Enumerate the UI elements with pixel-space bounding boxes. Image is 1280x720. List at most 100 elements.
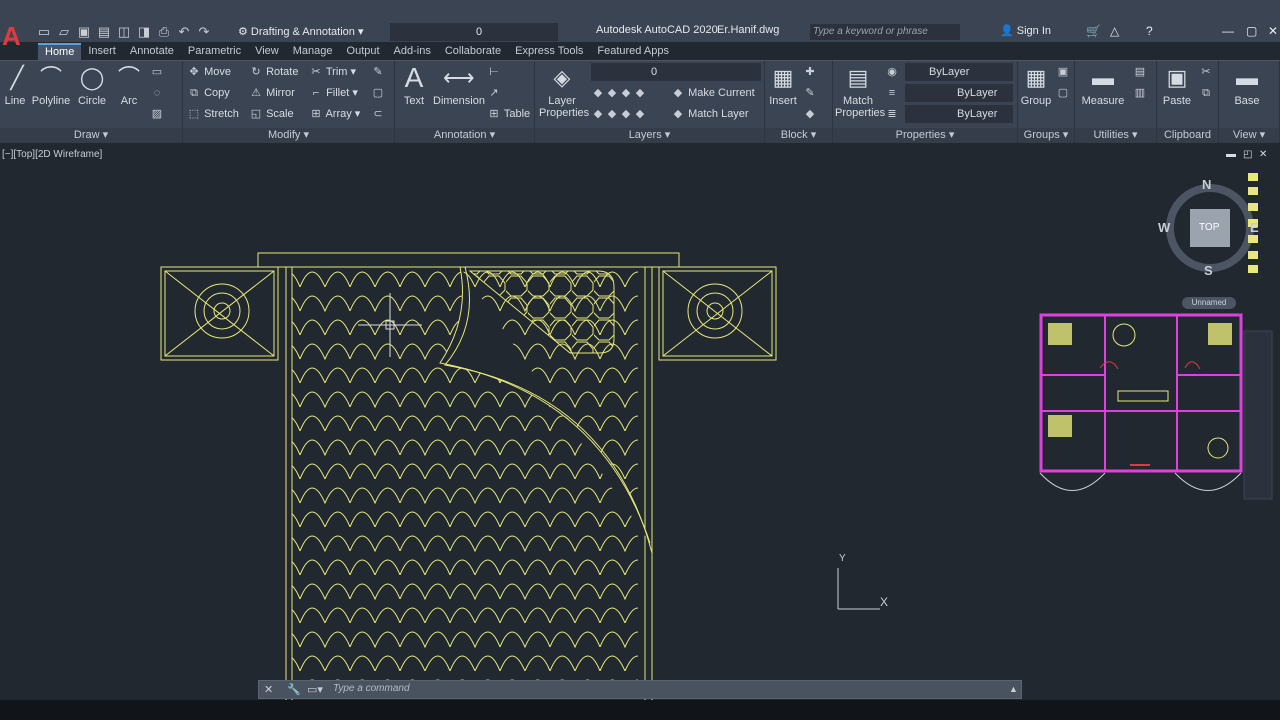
navigation-bar[interactable]	[1243, 330, 1273, 500]
match-properties-button[interactable]: ▤ Match Properties	[835, 63, 885, 119]
table-button[interactable]: ⊞ Table	[487, 105, 530, 123]
block-attribute-icon[interactable]: ◆	[803, 105, 817, 123]
make-current-button[interactable]: ◆ Make Current	[671, 84, 755, 102]
erase-icon[interactable]: ✎	[371, 63, 385, 81]
copy-button[interactable]: ⧉ Copy	[187, 84, 230, 102]
web-save-icon[interactable]: ◨	[136, 24, 152, 40]
tab-annotate[interactable]: Annotate	[123, 43, 181, 60]
layer-properties-button[interactable]: ◈ Layer Properties	[539, 63, 589, 119]
id-point-icon[interactable]: ▤	[1133, 63, 1147, 81]
match-layer-button[interactable]: ◆ Match Layer	[671, 105, 749, 123]
scale-button[interactable]: ◱ Scale	[249, 105, 294, 123]
copy-clip-icon[interactable]: ⧉	[1199, 84, 1213, 102]
tab-manage[interactable]: Manage	[286, 43, 340, 60]
command-line[interactable]: ✕ 🔧 ▭▾ Type a command ▲	[258, 680, 1022, 699]
utilities-panel-title[interactable]: Utilities ▾	[1075, 128, 1156, 143]
fillet-button[interactable]: ⌐ Fillet ▾	[309, 84, 358, 102]
search-input[interactable]: Type a keyword or phrase	[810, 24, 960, 40]
create-block-icon[interactable]: ✚	[803, 63, 817, 81]
open-icon[interactable]: ▱	[56, 24, 72, 40]
tab-output[interactable]: Output	[340, 43, 387, 60]
hatch-icon[interactable]: ◌	[150, 84, 164, 102]
lineweight-icon[interactable]: ≡	[885, 84, 899, 102]
plot-icon[interactable]: ⎙	[156, 24, 172, 40]
tab-featured-apps[interactable]: Featured Apps	[590, 43, 676, 60]
base-button[interactable]: ▬ Base	[1229, 63, 1265, 107]
workspace-switcher[interactable]: ⚙ Drafting & Annotation ▾	[238, 23, 384, 41]
edit-block-icon[interactable]: ✎	[803, 84, 817, 102]
rectangle-icon[interactable]: ▭	[150, 63, 164, 81]
close-cmd-icon[interactable]: ✕	[264, 683, 273, 696]
offset-icon[interactable]: ⊂	[371, 105, 385, 123]
leader-icon[interactable]: ↗	[487, 84, 501, 102]
groups-panel-title[interactable]: Groups ▾	[1018, 128, 1074, 143]
maximize-button[interactable]: ▢	[1246, 24, 1257, 38]
title-layer-dropdown[interactable]: 0	[390, 23, 558, 41]
tab-express-tools[interactable]: Express Tools	[508, 43, 590, 60]
calculator-icon[interactable]: ▥	[1133, 84, 1147, 102]
linetype-dropdown[interactable]: ByLayer	[905, 105, 1013, 123]
save-as-icon[interactable]: ▤	[96, 24, 112, 40]
layers-panel-title[interactable]: Layers ▾	[535, 128, 764, 143]
cart-icon[interactable]: 🛒	[1086, 24, 1101, 38]
stretch-button[interactable]: ⬚ Stretch	[187, 105, 239, 123]
tab-home[interactable]: Home	[38, 43, 82, 60]
autocad-logo[interactable]: A	[0, 22, 30, 50]
array-button[interactable]: ⊞ Array ▾	[309, 105, 360, 123]
tab-insert[interactable]: Insert	[81, 43, 123, 60]
viewcube-south[interactable]: S	[1204, 263, 1213, 278]
view-panel-title[interactable]: View ▾	[1219, 128, 1279, 143]
clipboard-panel-title[interactable]: Clipboard	[1157, 128, 1218, 143]
insert-button[interactable]: ▦ Insert	[767, 63, 799, 107]
line-button[interactable]: ╱ Line	[2, 63, 28, 107]
viewcube-north[interactable]: N	[1202, 177, 1211, 192]
draw-panel-title[interactable]: Draw ▾	[0, 128, 182, 143]
tab-collaborate[interactable]: Collaborate	[438, 43, 508, 60]
save-icon[interactable]: ▣	[76, 24, 92, 40]
layer-dropdown[interactable]: 0	[591, 63, 761, 81]
group-edit-icon[interactable]: ▢	[1056, 84, 1070, 102]
move-button[interactable]: ✥ Move	[187, 63, 231, 81]
web-open-icon[interactable]: ◫	[116, 24, 132, 40]
arc-button[interactable]: ⌒ Arc	[114, 63, 144, 107]
linear-dim-icon[interactable]: ⊢	[487, 63, 501, 81]
modify-panel-title[interactable]: Modify ▾	[183, 128, 394, 143]
viewcube-top-face[interactable]: TOP	[1199, 222, 1219, 233]
tab-parametric[interactable]: Parametric	[181, 43, 248, 60]
wrench-icon[interactable]: 🔧	[287, 683, 301, 696]
cut-icon[interactable]: ✂	[1199, 63, 1213, 81]
drawing-viewport[interactable]: [−][Top][2D Wireframe] ▬ ◰ ✕ N S W E TOP…	[0, 143, 1280, 700]
viewcube-west[interactable]: W	[1158, 220, 1170, 235]
layer-tools-row1[interactable]: ◆ ◆ ◆ ◆	[591, 84, 647, 102]
color-dropdown[interactable]: ByLayer	[905, 63, 1013, 81]
close-button[interactable]: ✕	[1268, 24, 1278, 38]
ucs-name-dropdown[interactable]: Unnamed	[1182, 297, 1236, 309]
minimize-button[interactable]: —	[1222, 24, 1234, 38]
command-input[interactable]: Type a command	[333, 683, 410, 694]
linetype-icon[interactable]: ≣	[885, 105, 899, 123]
help-icon[interactable]: ?	[1146, 24, 1153, 38]
explode-icon[interactable]: ▢	[371, 84, 385, 102]
block-panel-title[interactable]: Block ▾	[765, 128, 832, 143]
layer-tools-row2[interactable]: ◆ ◆ ◆ ◆	[591, 105, 647, 123]
a360-icon[interactable]: △	[1110, 24, 1119, 38]
text-button[interactable]: A Text	[399, 63, 429, 108]
drawing-canvas[interactable]	[0, 143, 1280, 700]
rotate-button[interactable]: ↻ Rotate	[249, 63, 298, 81]
circle-button[interactable]: ◯ Circle	[76, 63, 108, 107]
polyline-button[interactable]: ⌒ Polyline	[31, 63, 71, 107]
tab-view[interactable]: View	[248, 43, 286, 60]
redo-icon[interactable]: ↷	[196, 24, 212, 40]
viewcube-east[interactable]: E	[1250, 220, 1259, 235]
annotation-panel-title[interactable]: Annotation ▾	[395, 128, 534, 143]
measure-button[interactable]: ▬ Measure	[1079, 63, 1127, 107]
command-history-icon[interactable]: ▲	[1009, 684, 1018, 694]
ungroup-icon[interactable]: ▣	[1056, 63, 1070, 81]
undo-icon[interactable]: ↶	[176, 24, 192, 40]
tab-add-ins[interactable]: Add-ins	[387, 43, 438, 60]
new-icon[interactable]: ▭	[36, 24, 52, 40]
paste-button[interactable]: ▣ Paste	[1161, 63, 1193, 107]
dimension-button[interactable]: ⟷ Dimension	[433, 63, 485, 107]
gradient-icon[interactable]: ▨	[150, 105, 164, 123]
group-button[interactable]: ▦ Group	[1020, 63, 1052, 107]
